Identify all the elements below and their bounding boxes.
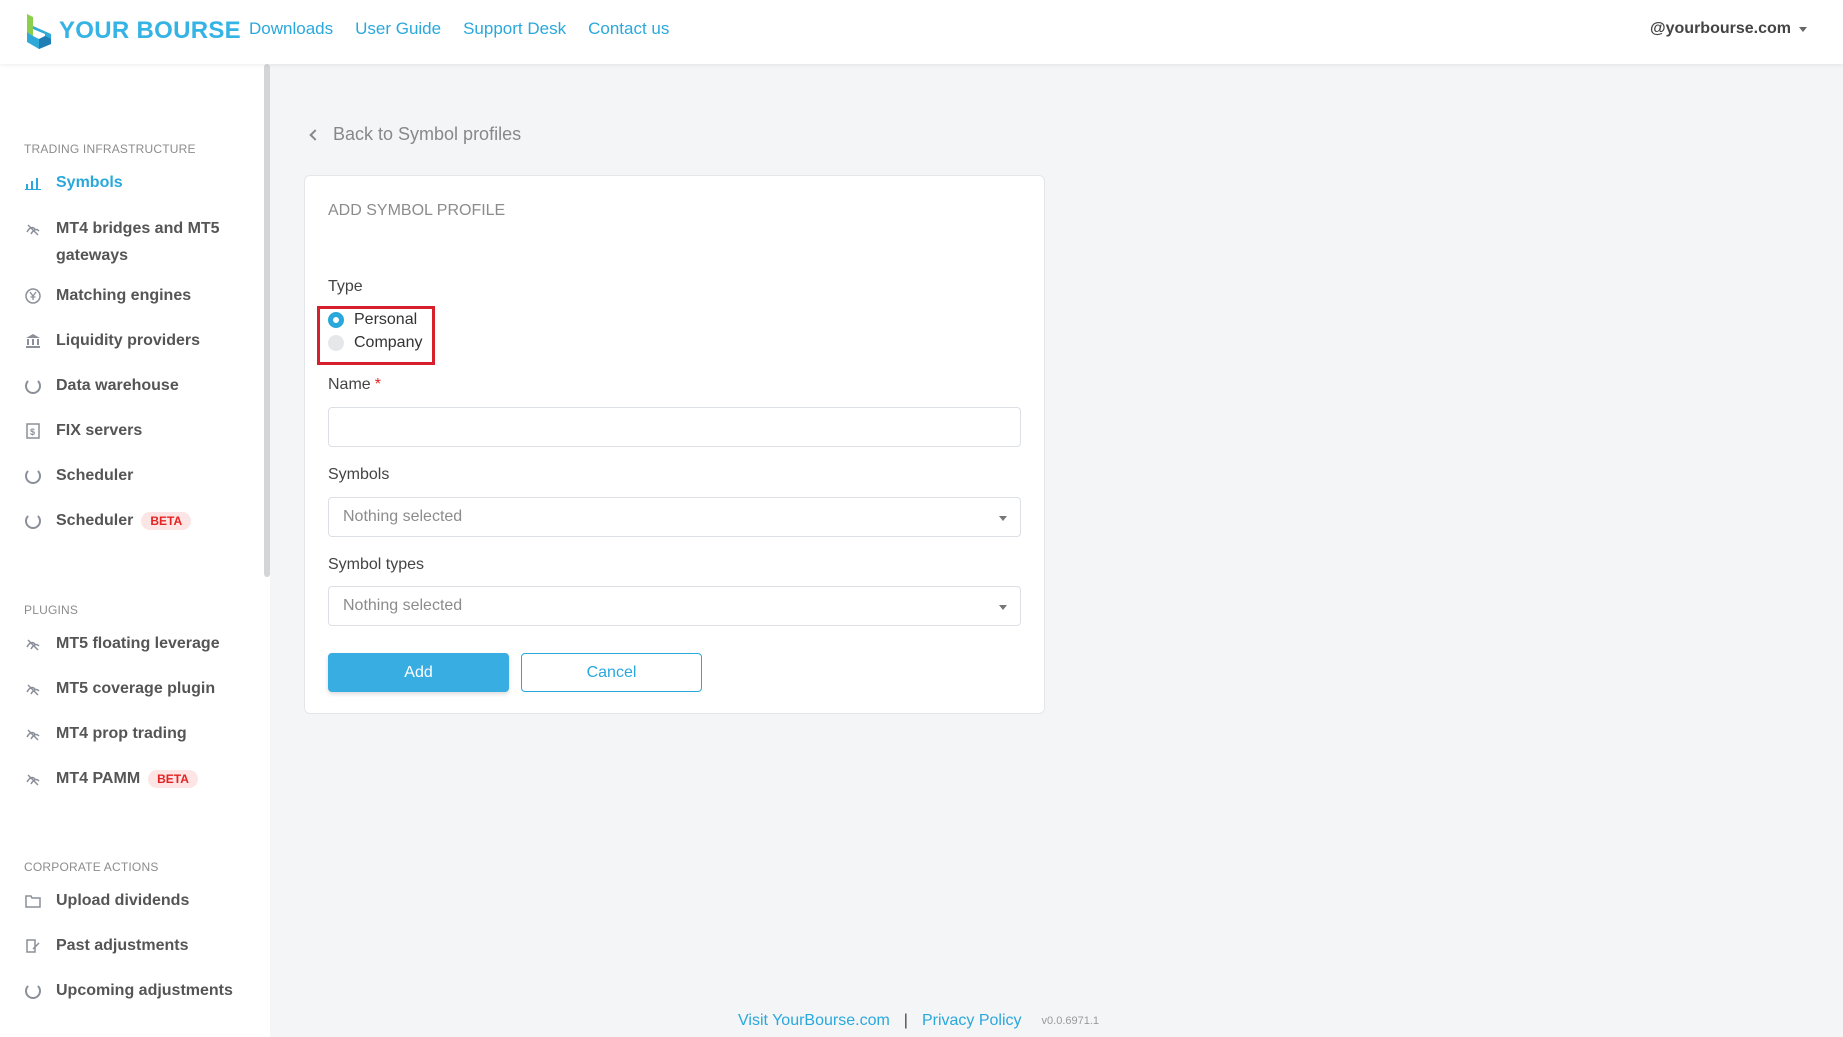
logo-text: YOUR BOURSE <box>59 17 241 44</box>
circle-icon <box>24 377 42 395</box>
sidebar-item-liquidity-providers[interactable]: Liquidity providers <box>24 332 254 350</box>
sidebar-item-mt5-coverage-plugin[interactable]: MT5 coverage plugin <box>24 680 254 698</box>
symbol-types-select[interactable]: Nothing selected <box>328 586 1021 626</box>
folder-icon <box>24 892 42 910</box>
sidebar-item-label: Upcoming adjustments <box>56 982 233 999</box>
circle-icon <box>24 982 42 1000</box>
symbols-select[interactable]: Nothing selected <box>328 497 1021 537</box>
sidebar-item-label: MT5 coverage plugin <box>56 680 216 697</box>
sidebar-item-bridges[interactable]: MT4 bridges and MT5 gateways <box>24 215 254 269</box>
radio-label: Company <box>354 334 423 351</box>
bridge-icon <box>24 680 42 698</box>
symbol-types-label: Symbol types <box>328 556 425 573</box>
sidebar-item-label: FIX servers <box>56 422 143 439</box>
version-text: v0.0.6971.1 <box>1041 1015 1100 1027</box>
cancel-button[interactable]: Cancel <box>521 653 702 692</box>
bridge-icon <box>24 770 42 788</box>
sidebar-item-label: Liquidity providers <box>56 332 201 349</box>
sidebar-item-label: MT4 PAMM <box>56 770 141 787</box>
back-link[interactable]: Back to Symbol profiles <box>309 124 522 145</box>
sidebar-item-label: Matching engines <box>56 287 192 304</box>
radio-personal[interactable]: Personal <box>328 311 417 329</box>
sidebar-item-mt4-pamm[interactable]: MT4 PAMM BETA <box>24 770 254 788</box>
sidebar-item-symbols[interactable]: Symbols <box>24 174 254 192</box>
user-menu[interactable]: @yourbourse.com <box>1650 20 1807 38</box>
sidebar-item-label: MT4 prop trading <box>56 725 187 742</box>
top-header: YOUR BOURSE Downloads User Guide Support… <box>0 0 1843 64</box>
radio-checked-icon[interactable] <box>328 312 344 328</box>
sidebar-item-label: MT4 bridges and MT5 gateways <box>56 220 220 264</box>
sidebar-item-scheduler-beta[interactable]: Scheduler BETA <box>24 512 254 530</box>
bridge-icon <box>24 220 42 238</box>
sidebar-item-label: Upload dividends <box>56 892 190 909</box>
nav-support-desk[interactable]: Support Desk <box>463 19 566 39</box>
privacy-policy-link[interactable]: Privacy Policy <box>922 1012 1022 1030</box>
circle-icon <box>24 467 42 485</box>
sidebar-item-label: MT5 floating leverage <box>56 635 220 652</box>
radio-label: Personal <box>354 311 418 328</box>
footer: Visit YourBourse.com | Privacy Policy v0… <box>738 1012 1099 1030</box>
sidebar-item-scheduler[interactable]: Scheduler <box>24 467 254 485</box>
logo-icon <box>27 14 51 49</box>
card-title: ADD SYMBOL PROFILE <box>328 202 506 219</box>
nav-downloads[interactable]: Downloads <box>249 19 333 39</box>
caret-down-icon <box>999 605 1007 610</box>
type-label: Type <box>328 278 363 295</box>
name-input[interactable] <box>328 407 1021 447</box>
bar-chart-icon <box>24 174 42 192</box>
sidebar: TRADING INFRASTRUCTURE Symbols MT4 bridg… <box>0 64 270 1037</box>
sidebar-item-upcoming-adjustments[interactable]: Upcoming adjustments <box>24 982 254 1000</box>
radio-company[interactable]: Company <box>328 334 422 352</box>
user-email: @yourbourse.com <box>1650 20 1791 37</box>
sidebar-item-label: Scheduler <box>56 467 134 484</box>
name-label: Name * <box>328 376 381 394</box>
svg-text:$: $ <box>30 427 35 437</box>
add-button[interactable]: Add <box>328 653 509 692</box>
sidebar-item-upload-dividends[interactable]: Upload dividends <box>24 892 254 910</box>
edit-icon <box>24 937 42 955</box>
sidebar-item-label: Past adjustments <box>56 937 189 954</box>
symbols-select-value: Nothing selected <box>343 508 463 525</box>
beta-badge: BETA <box>141 512 192 530</box>
sidebar-item-mt5-floating-leverage[interactable]: MT5 floating leverage <box>24 635 254 653</box>
section-title-plugins: PLUGINS <box>24 603 79 617</box>
sidebar-item-matching-engines[interactable]: Matching engines <box>24 287 254 305</box>
section-title-trading: TRADING INFRASTRUCTURE <box>24 142 196 156</box>
beta-badge: BETA <box>148 770 198 788</box>
logo[interactable]: YOUR BOURSE <box>25 12 241 50</box>
radio-unchecked-icon[interactable] <box>328 335 344 351</box>
footer-separator: | <box>903 1012 908 1029</box>
caret-down-icon <box>999 516 1007 521</box>
symbol-types-select-value: Nothing selected <box>343 597 463 614</box>
sidebar-item-label: Symbols <box>56 174 123 191</box>
sidebar-item-label: Scheduler <box>56 512 134 529</box>
currency-icon <box>24 287 42 305</box>
bank-icon <box>24 332 42 350</box>
sidebar-item-past-adjustments[interactable]: Past adjustments <box>24 937 254 955</box>
nav-contact-us[interactable]: Contact us <box>588 19 669 39</box>
document-icon: $ <box>24 422 42 440</box>
back-link-label: Back to Symbol profiles <box>333 124 522 144</box>
symbols-label: Symbols <box>328 466 390 483</box>
circle-icon <box>24 512 42 530</box>
sidebar-scrollbar[interactable] <box>264 64 270 577</box>
chevron-left-icon <box>309 128 321 141</box>
sidebar-item-mt4-prop-trading[interactable]: MT4 prop trading <box>24 725 254 743</box>
section-title-corporate-actions: CORPORATE ACTIONS <box>24 860 159 874</box>
required-asterisk: * <box>374 376 381 393</box>
sidebar-item-label: Data warehouse <box>56 377 179 394</box>
sidebar-item-data-warehouse[interactable]: Data warehouse <box>24 377 254 395</box>
caret-down-icon <box>1799 26 1807 32</box>
top-nav: Downloads User Guide Support Desk Contac… <box>249 19 691 39</box>
sidebar-item-fix-servers[interactable]: $ FIX servers <box>24 422 254 440</box>
visit-link[interactable]: Visit YourBourse.com <box>738 1012 890 1030</box>
add-symbol-profile-card: ADD SYMBOL PROFILE Type Personal Company… <box>304 175 1045 714</box>
nav-user-guide[interactable]: User Guide <box>355 19 441 39</box>
bridge-icon <box>24 635 42 653</box>
bridge-icon <box>24 725 42 743</box>
name-label-text: Name <box>328 376 371 393</box>
